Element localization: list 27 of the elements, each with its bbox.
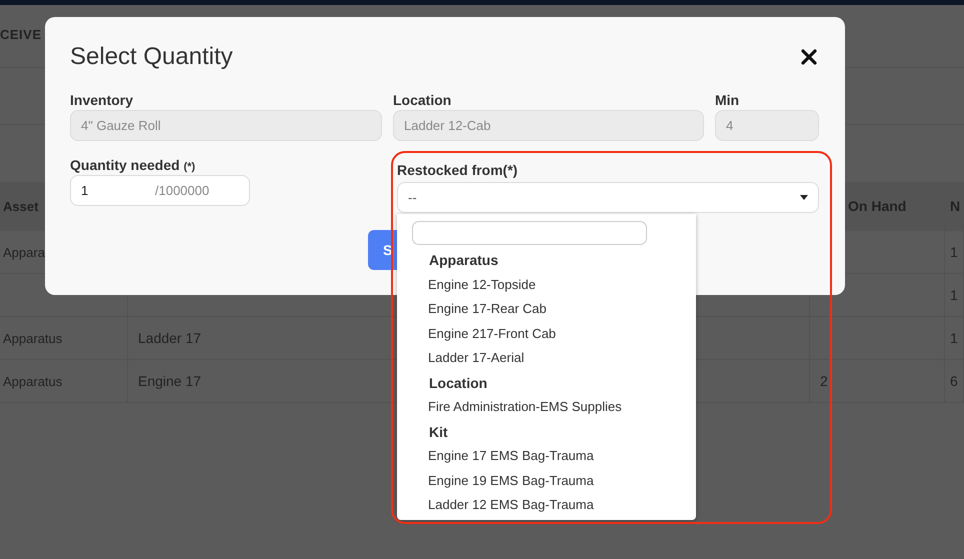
field-label: Location bbox=[393, 92, 452, 110]
table-cell: 1 bbox=[945, 274, 964, 316]
close-icon[interactable] bbox=[801, 49, 817, 65]
table-cell: 1 bbox=[945, 231, 964, 273]
caret-icon bbox=[800, 195, 808, 200]
group-heading: Apparatus bbox=[428, 251, 500, 270]
table-cell: 1 bbox=[945, 317, 964, 359]
dropdown-option[interactable]: Engine 12-Topside bbox=[412, 272, 696, 297]
dialog-title: Select Quantity bbox=[70, 43, 233, 71]
dropdown-option[interactable]: Engine 217-Front Cab bbox=[412, 322, 696, 346]
group-heading: Location bbox=[428, 374, 488, 392]
page-heading: CEIVE bbox=[0, 26, 42, 42]
dropdown-option[interactable]: Engine 17 EMS Bag-Trauma bbox=[412, 444, 696, 468]
table-cell: 6 bbox=[945, 360, 964, 402]
search-field[interactable] bbox=[412, 221, 647, 245]
field-label: Inventory bbox=[70, 92, 134, 110]
dropdown-option[interactable]: Ladder 12 EMS Bag-Trauma bbox=[412, 493, 696, 518]
quantity-field[interactable]: 1 /1000000 bbox=[70, 175, 250, 206]
table-cell: Apparatus bbox=[0, 317, 128, 359]
dropdown-option[interactable]: Engine 19 EMS Bag-Trauma bbox=[412, 468, 696, 493]
table-cell: 2 bbox=[810, 360, 945, 402]
field-label: Min bbox=[715, 92, 740, 110]
select-field[interactable]: -- bbox=[397, 182, 819, 213]
field-label: Restocked from(*) bbox=[397, 162, 519, 180]
group-heading: Kit bbox=[428, 422, 449, 442]
field-label: Quantity needed (*) bbox=[70, 157, 196, 175]
table-cell: Apparatus bbox=[0, 360, 128, 402]
